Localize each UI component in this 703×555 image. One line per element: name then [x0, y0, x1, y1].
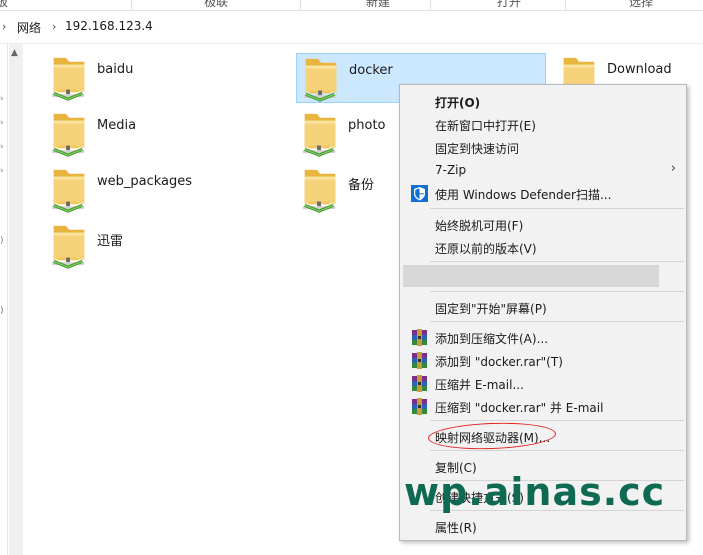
chevron-right-icon[interactable]: › — [52, 20, 56, 33]
network-folder-icon — [50, 56, 86, 101]
menu-item-open-new-window[interactable]: 在新窗口中打开(E) — [400, 113, 686, 136]
network-folder-icon — [302, 57, 338, 102]
folder-item-xunlei[interactable]: 迅雷 — [45, 221, 295, 271]
winrar-icon — [412, 398, 427, 415]
folder-item-media[interactable]: Media — [45, 109, 295, 159]
chevron-right-icon[interactable]: › — [2, 20, 6, 33]
network-folder-icon — [301, 112, 337, 157]
chevron-right-icon: › — [670, 161, 676, 176]
folder-item-baidu[interactable]: baidu — [45, 53, 295, 103]
winrar-icon — [412, 329, 427, 346]
folder-label: docker — [349, 63, 393, 78]
folder-label: 备份 — [348, 178, 375, 193]
network-folder-icon — [50, 112, 86, 157]
winrar-icon — [412, 352, 427, 369]
menu-item-blank[interactable] — [403, 265, 659, 287]
navigation-pane[interactable]: › › › › ) ) — [0, 44, 8, 555]
ribbon-label-select: 选择 — [629, 0, 654, 9]
scroll-up-arrow-icon[interactable]: ▲ — [11, 48, 18, 58]
menu-item-7zip[interactable]: 7-Zip › — [400, 159, 686, 182]
ribbon-label-open: 打开 — [497, 0, 522, 9]
windows-defender-shield-icon — [411, 185, 428, 202]
folder-label: Download — [607, 62, 672, 77]
ribbon-label-clipboard: 板 — [0, 0, 8, 10]
expand-arrow-icon[interactable]: › — [0, 166, 4, 176]
folder-label: Media — [97, 118, 137, 133]
menu-item-restore-versions[interactable]: 还原以前的版本(V) — [400, 236, 686, 259]
folder-item-web-packages[interactable]: web_packages — [45, 165, 295, 215]
ribbon-label-new: 新建 — [366, 0, 391, 9]
menu-item-compress-email[interactable]: 压缩并 E-mail... — [400, 372, 686, 395]
network-folder-icon — [301, 168, 337, 213]
folder-label: photo — [348, 118, 386, 133]
network-folder-icon — [50, 224, 86, 269]
ribbon-group-labels: 板 极联 新建 打开 选择 — [0, 0, 703, 11]
nav-item-fragment[interactable]: ) — [0, 306, 4, 316]
menu-item-add-archive[interactable]: 添加到压缩文件(A)... — [400, 326, 686, 349]
network-folder-icon — [50, 168, 86, 213]
breadcrumb-host[interactable]: 192.168.123.4 — [65, 19, 153, 33]
menu-item-always-offline[interactable]: 始终脱机可用(F) — [400, 213, 686, 236]
breadcrumb-network[interactable]: 网络 — [17, 19, 41, 36]
expand-arrow-icon[interactable]: › — [0, 118, 4, 128]
watermark: wp.ainas.cc — [404, 470, 666, 514]
folder-item-photo[interactable]: photo — [296, 109, 399, 159]
ribbon-label-organize: 极联 — [204, 0, 229, 9]
menu-item-add-docker-rar[interactable]: 添加到 "docker.rar"(T) — [400, 349, 686, 372]
menu-item-open[interactable]: 打开(O) — [400, 90, 686, 113]
folder-label: baidu — [97, 62, 134, 77]
nav-item-fragment[interactable]: ) — [0, 236, 4, 246]
menu-item-compress-docker-email[interactable]: 压缩到 "docker.rar" 并 E-mail — [400, 395, 686, 418]
address-bar[interactable]: › 网络 › 192.168.123.4 — [0, 11, 703, 44]
folder-item-backup[interactable]: 备份 — [296, 165, 399, 215]
navigation-scrollbar[interactable]: ▲ — [9, 44, 23, 555]
winrar-icon — [412, 375, 427, 392]
menu-item-pin-start[interactable]: 固定到"开始"屏幕(P) — [400, 296, 686, 319]
folder-label: 迅雷 — [97, 234, 124, 249]
expand-arrow-icon[interactable]: › — [0, 142, 4, 152]
folder-label: web_packages — [97, 174, 193, 189]
menu-item-defender-scan[interactable]: 使用 Windows Defender扫描... — [400, 182, 686, 205]
expand-arrow-icon[interactable]: › — [0, 94, 4, 104]
menu-item-pin-quick-access[interactable]: 固定到快速访问 — [400, 136, 686, 159]
menu-item-properties[interactable]: 属性(R) — [400, 515, 686, 538]
